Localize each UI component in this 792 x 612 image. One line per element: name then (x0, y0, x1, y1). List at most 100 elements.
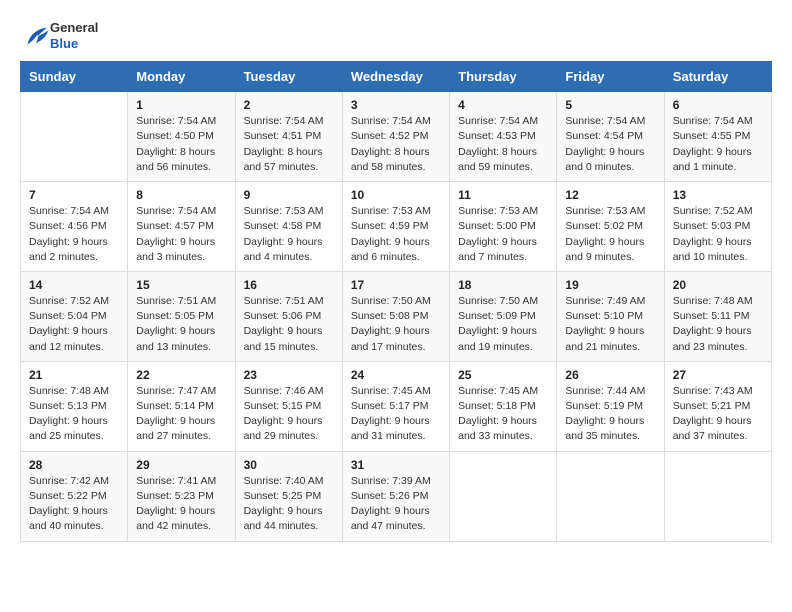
calendar-cell: 18 Sunrise: 7:50 AM Sunset: 5:09 PM Dayli… (450, 271, 557, 361)
calendar-cell: 17 Sunrise: 7:50 AM Sunset: 5:08 PM Dayli… (342, 271, 449, 361)
day-number: 6 (673, 98, 763, 112)
day-info: Sunrise: 7:50 AM Sunset: 5:09 PM Dayligh… (458, 294, 548, 355)
day-info: Sunrise: 7:45 AM Sunset: 5:17 PM Dayligh… (351, 384, 441, 445)
day-info: Sunrise: 7:43 AM Sunset: 5:21 PM Dayligh… (673, 384, 763, 445)
calendar-cell (664, 451, 771, 541)
day-info: Sunrise: 7:54 AM Sunset: 4:55 PM Dayligh… (673, 114, 763, 175)
day-info: Sunrise: 7:54 AM Sunset: 4:50 PM Dayligh… (136, 114, 226, 175)
day-info: Sunrise: 7:49 AM Sunset: 5:10 PM Dayligh… (565, 294, 655, 355)
logo-icon (22, 22, 50, 50)
calendar-cell: 24 Sunrise: 7:45 AM Sunset: 5:17 PM Dayli… (342, 361, 449, 451)
calendar-cell: 19 Sunrise: 7:49 AM Sunset: 5:10 PM Dayli… (557, 271, 664, 361)
week-row-5: 28 Sunrise: 7:42 AM Sunset: 5:22 PM Dayli… (21, 451, 772, 541)
calendar-cell: 22Sunrise: 7:47 AM Sunset: 5:14 PM Dayli… (128, 361, 235, 451)
day-number: 17 (351, 278, 441, 292)
day-info: Sunrise: 7:53 AM Sunset: 5:02 PM Dayligh… (565, 204, 655, 265)
day-info: Sunrise: 7:54 AM Sunset: 4:54 PM Dayligh… (565, 114, 655, 175)
day-info: Sunrise: 7:40 AM Sunset: 5:25 PM Dayligh… (244, 474, 334, 535)
calendar-table: SundayMondayTuesdayWednesdayThursdayFrid… (20, 61, 772, 541)
calendar-cell (557, 451, 664, 541)
column-header-saturday: Saturday (664, 62, 771, 92)
day-info: Sunrise: 7:52 AM Sunset: 5:04 PM Dayligh… (29, 294, 119, 355)
column-header-monday: Monday (128, 62, 235, 92)
calendar-cell: 25Sunrise: 7:45 AM Sunset: 5:18 PM Dayli… (450, 361, 557, 451)
day-info: Sunrise: 7:48 AM Sunset: 5:13 PM Dayligh… (29, 384, 119, 445)
day-number: 23 (244, 368, 334, 382)
day-number: 2 (244, 98, 334, 112)
day-number: 9 (244, 188, 334, 202)
day-number: 26 (565, 368, 655, 382)
calendar-cell: 23 Sunrise: 7:46 AM Sunset: 5:15 PM Dayli… (235, 361, 342, 451)
calendar-cell: 30 Sunrise: 7:40 AM Sunset: 5:25 PM Dayli… (235, 451, 342, 541)
calendar-cell: 5 Sunrise: 7:54 AM Sunset: 4:54 PM Daylig… (557, 92, 664, 182)
calendar-cell (450, 451, 557, 541)
calendar-cell: 21 Sunrise: 7:48 AM Sunset: 5:13 PM Dayli… (21, 361, 128, 451)
day-number: 28 (29, 458, 119, 472)
calendar-cell: 9 Sunrise: 7:53 AM Sunset: 4:58 PM Daylig… (235, 182, 342, 272)
calendar-cell: 16Sunrise: 7:51 AM Sunset: 5:06 PM Dayli… (235, 271, 342, 361)
calendar-cell: 15 Sunrise: 7:51 AM Sunset: 5:05 PM Dayli… (128, 271, 235, 361)
week-row-4: 21 Sunrise: 7:48 AM Sunset: 5:13 PM Dayli… (21, 361, 772, 451)
day-number: 18 (458, 278, 548, 292)
calendar-cell: 14 Sunrise: 7:52 AM Sunset: 5:04 PM Dayli… (21, 271, 128, 361)
column-header-thursday: Thursday (450, 62, 557, 92)
day-info: Sunrise: 7:53 AM Sunset: 4:59 PM Dayligh… (351, 204, 441, 265)
day-info: Sunrise: 7:51 AM Sunset: 5:05 PM Dayligh… (136, 294, 226, 355)
day-info: Sunrise: 7:42 AM Sunset: 5:22 PM Dayligh… (29, 474, 119, 535)
calendar-cell: 13Sunrise: 7:52 AM Sunset: 5:03 PM Dayli… (664, 182, 771, 272)
logo: General Blue (20, 20, 98, 51)
day-info: Sunrise: 7:53 AM Sunset: 4:58 PM Dayligh… (244, 204, 334, 265)
calendar-cell: 26 Sunrise: 7:44 AM Sunset: 5:19 PM Dayli… (557, 361, 664, 451)
day-number: 25 (458, 368, 548, 382)
day-number: 24 (351, 368, 441, 382)
calendar-cell: 11 Sunrise: 7:53 AM Sunset: 5:00 PM Dayli… (450, 182, 557, 272)
day-number: 16 (244, 278, 334, 292)
calendar-cell: 28 Sunrise: 7:42 AM Sunset: 5:22 PM Dayli… (21, 451, 128, 541)
day-number: 19 (565, 278, 655, 292)
day-number: 31 (351, 458, 441, 472)
calendar-cell: 8 Sunrise: 7:54 AM Sunset: 4:57 PM Daylig… (128, 182, 235, 272)
calendar-cell: 29 Sunrise: 7:41 AM Sunset: 5:23 PM Dayli… (128, 451, 235, 541)
day-info: Sunrise: 7:47 AM Sunset: 5:14 PM Dayligh… (136, 384, 226, 445)
calendar-cell (21, 92, 128, 182)
day-info: Sunrise: 7:53 AM Sunset: 5:00 PM Dayligh… (458, 204, 548, 265)
calendar-cell: 31 Sunrise: 7:39 AM Sunset: 5:26 PM Dayli… (342, 451, 449, 541)
calendar-cell: 10Sunrise: 7:53 AM Sunset: 4:59 PM Dayli… (342, 182, 449, 272)
day-info: Sunrise: 7:52 AM Sunset: 5:03 PM Dayligh… (673, 204, 763, 265)
day-info: Sunrise: 7:39 AM Sunset: 5:26 PM Dayligh… (351, 474, 441, 535)
column-header-friday: Friday (557, 62, 664, 92)
header-row: SundayMondayTuesdayWednesdayThursdayFrid… (21, 62, 772, 92)
column-header-tuesday: Tuesday (235, 62, 342, 92)
logo-text: General Blue (50, 20, 98, 51)
calendar-cell: 6 Sunrise: 7:54 AM Sunset: 4:55 PM Daylig… (664, 92, 771, 182)
day-number: 14 (29, 278, 119, 292)
day-info: Sunrise: 7:54 AM Sunset: 4:53 PM Dayligh… (458, 114, 548, 175)
day-number: 27 (673, 368, 763, 382)
day-number: 15 (136, 278, 226, 292)
day-info: Sunrise: 7:44 AM Sunset: 5:19 PM Dayligh… (565, 384, 655, 445)
day-info: Sunrise: 7:46 AM Sunset: 5:15 PM Dayligh… (244, 384, 334, 445)
day-number: 30 (244, 458, 334, 472)
page-header: General Blue (20, 20, 772, 51)
day-number: 11 (458, 188, 548, 202)
day-info: Sunrise: 7:41 AM Sunset: 5:23 PM Dayligh… (136, 474, 226, 535)
day-number: 29 (136, 458, 226, 472)
calendar-cell: 4 Sunrise: 7:54 AM Sunset: 4:53 PM Daylig… (450, 92, 557, 182)
calendar-cell: 20Sunrise: 7:48 AM Sunset: 5:11 PM Dayli… (664, 271, 771, 361)
day-number: 4 (458, 98, 548, 112)
calendar-cell: 2Sunrise: 7:54 AM Sunset: 4:51 PM Daylig… (235, 92, 342, 182)
week-row-3: 14 Sunrise: 7:52 AM Sunset: 5:04 PM Dayli… (21, 271, 772, 361)
day-number: 1 (136, 98, 226, 112)
column-header-sunday: Sunday (21, 62, 128, 92)
column-header-wednesday: Wednesday (342, 62, 449, 92)
calendar-cell: 27 Sunrise: 7:43 AM Sunset: 5:21 PM Dayli… (664, 361, 771, 451)
week-row-1: 1 Sunrise: 7:54 AM Sunset: 4:50 PM Daylig… (21, 92, 772, 182)
day-number: 21 (29, 368, 119, 382)
calendar-cell: 1 Sunrise: 7:54 AM Sunset: 4:50 PM Daylig… (128, 92, 235, 182)
calendar-cell: 3Sunrise: 7:54 AM Sunset: 4:52 PM Daylig… (342, 92, 449, 182)
day-info: Sunrise: 7:50 AM Sunset: 5:08 PM Dayligh… (351, 294, 441, 355)
day-number: 5 (565, 98, 655, 112)
day-info: Sunrise: 7:54 AM Sunset: 4:57 PM Dayligh… (136, 204, 226, 265)
day-number: 8 (136, 188, 226, 202)
day-info: Sunrise: 7:48 AM Sunset: 5:11 PM Dayligh… (673, 294, 763, 355)
